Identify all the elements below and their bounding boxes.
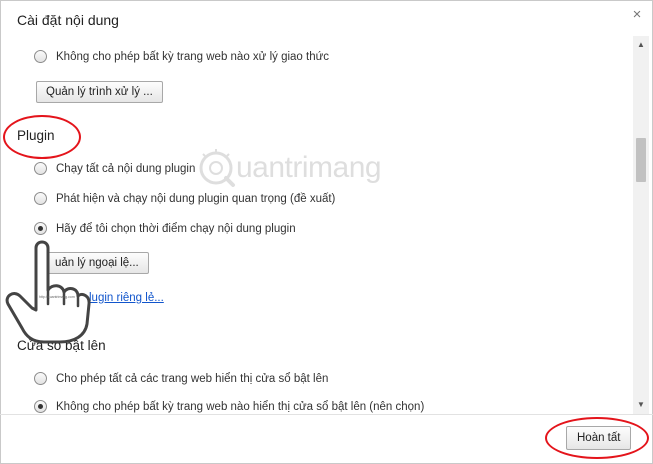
hand-caption: http://quantrimang.com <box>39 295 75 299</box>
scroll-up-arrow-icon[interactable]: ▲ <box>633 38 649 52</box>
plugin-highlight-ellipse <box>3 115 81 159</box>
scrollbar-thumb[interactable] <box>636 138 646 182</box>
radio-button-checked[interactable] <box>34 222 47 235</box>
popup-option-allow-all[interactable]: Cho phép tất cả các trang web hiển thị c… <box>34 372 328 385</box>
radio-label: Chạy tất cả nội dung plugin <box>56 162 196 175</box>
footer-divider <box>0 414 653 415</box>
radio-button[interactable] <box>34 50 47 63</box>
watermark-text: uantrimang <box>236 151 382 184</box>
plugin-option-let-me-choose[interactable]: Hãy để tôi chọn thời điểm chạy nội dung … <box>34 222 296 235</box>
settings-scroll-area: Không cho phép bất kỳ trang web nào xử l… <box>0 36 632 414</box>
close-icon[interactable]: × <box>628 6 646 24</box>
pointing-hand-icon: http://quantrimang.com <box>5 240 91 344</box>
watermark-logo-icon <box>199 149 235 187</box>
done-button-highlight-ellipse <box>545 417 649 459</box>
radio-button-checked[interactable] <box>34 400 47 413</box>
radio-button[interactable] <box>34 192 47 205</box>
vertical-scrollbar[interactable]: ▲ ▼ <box>633 36 649 414</box>
radio-label: Không cho phép bất kỳ trang web nào xử l… <box>56 50 330 63</box>
radio-label: Phát hiện và chạy nội dung plugin quan t… <box>56 192 336 205</box>
radio-button[interactable] <box>34 372 47 385</box>
individual-plugins-link[interactable]: lugin riêng lẻ... <box>89 292 164 304</box>
radio-button[interactable] <box>34 162 47 175</box>
plugin-option-run-all[interactable]: Chạy tất cả nội dung plugin <box>34 162 195 175</box>
radio-label: Cho phép tất cả các trang web hiển thị c… <box>56 372 329 385</box>
dialog-title: Cài đặt nội dung <box>17 12 119 28</box>
radio-label: Hãy để tôi chọn thời điểm chạy nội dung … <box>56 222 296 235</box>
radio-label: Không cho phép bất kỳ trang web nào hiển… <box>56 400 425 413</box>
manage-handlers-button[interactable]: Quản lý trình xử lý ... <box>36 81 163 103</box>
plugin-option-detect-important[interactable]: Phát hiện và chạy nội dung plugin quan t… <box>34 192 335 205</box>
handlers-block-radio-row[interactable]: Không cho phép bất kỳ trang web nào xử l… <box>34 50 329 63</box>
scroll-down-arrow-icon[interactable]: ▼ <box>633 398 649 412</box>
popup-option-block-all[interactable]: Không cho phép bất kỳ trang web nào hiển… <box>34 400 424 413</box>
watermark: uantrimang <box>196 148 382 188</box>
